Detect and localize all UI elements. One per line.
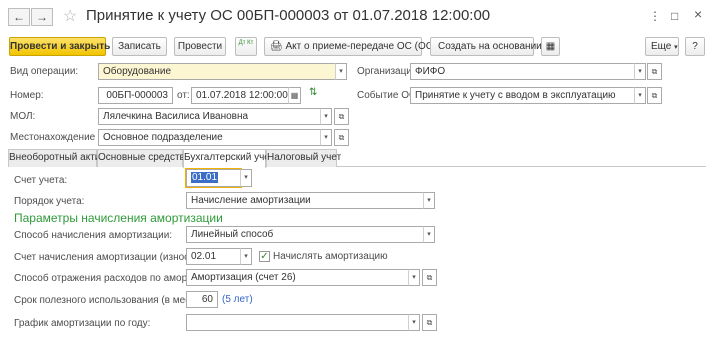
operation-input[interactable]: Оборудование bbox=[98, 63, 336, 80]
tab-accounting[interactable]: Бухгалтерский учет bbox=[183, 149, 274, 168]
location-open-icon[interactable]: ⧉ bbox=[334, 129, 349, 146]
location-input[interactable]: Основное подразделение bbox=[98, 129, 321, 146]
create-based-label: Создать на основании bbox=[438, 41, 542, 52]
procedure-input[interactable]: Начисление амортизации bbox=[186, 192, 424, 209]
expense-method-dropdown-icon[interactable]: ▾ bbox=[408, 269, 420, 286]
post-and-close-button[interactable]: Провести и закрыть bbox=[9, 37, 110, 56]
depr-account-label: Счет начисления амортизации (износа): bbox=[14, 252, 201, 263]
mol-input[interactable]: Лялечкина Василиса Ивановна bbox=[98, 108, 321, 125]
create-based-button[interactable]: Создать на основании ▾ bbox=[430, 37, 548, 56]
schedule-input[interactable] bbox=[186, 314, 409, 331]
depr-account-dropdown-icon[interactable]: ▾ bbox=[240, 248, 252, 265]
procedure-label: Порядок учета: bbox=[14, 196, 85, 207]
back-arrow-icon[interactable]: ← bbox=[8, 8, 30, 26]
dropdown-arrow-icon: ▾ bbox=[674, 44, 678, 51]
account-dropdown-icon[interactable]: ▾ bbox=[240, 169, 252, 187]
operation-label: Вид операции: bbox=[10, 66, 79, 77]
account-input[interactable]: 01.01 bbox=[185, 168, 242, 188]
favorite-star-icon[interactable]: ☆ bbox=[63, 8, 77, 26]
structure-icon[interactable]: ▦ bbox=[541, 37, 560, 56]
accrue-checkbox[interactable]: ✓ bbox=[259, 251, 270, 262]
event-input[interactable]: Принятие к учету с вводом в эксплуатацию bbox=[410, 87, 635, 104]
schedule-label: График амортизации по году: bbox=[14, 318, 151, 329]
depr-account-input[interactable]: 02.01 bbox=[186, 248, 241, 265]
mol-dropdown-icon[interactable]: ▾ bbox=[320, 108, 332, 125]
date-input[interactable]: 01.07.2018 12:00:00 bbox=[191, 87, 289, 104]
maximize-icon[interactable]: □ bbox=[671, 9, 678, 23]
tab-noncurrent-asset[interactable]: Внеоборотный актив bbox=[8, 149, 106, 167]
close-icon[interactable]: × bbox=[694, 7, 702, 21]
procedure-dropdown-icon[interactable]: ▾ bbox=[423, 192, 435, 209]
from-label: от: bbox=[177, 90, 190, 101]
history-icon[interactable]: ⇅ bbox=[309, 87, 317, 98]
calendar-icon[interactable]: ▦ bbox=[288, 87, 301, 104]
tab-fixed-assets[interactable]: Основные средства bbox=[97, 149, 190, 167]
dt-kt-icon[interactable]: Дт Кт bbox=[235, 37, 257, 56]
org-input[interactable]: ФИФО bbox=[410, 63, 635, 80]
forward-arrow-icon[interactable]: → bbox=[31, 8, 53, 26]
more-button[interactable]: Еще ▾ bbox=[645, 37, 679, 56]
accrue-label: Начислять амортизацию bbox=[273, 251, 388, 262]
printer-icon: 🖨 bbox=[270, 41, 283, 52]
useful-life-input[interactable]: 60 bbox=[186, 291, 218, 308]
account-label: Счет учета: bbox=[14, 175, 68, 186]
operation-dropdown-icon[interactable]: ▾ bbox=[335, 63, 347, 80]
expense-method-open-icon[interactable]: ⧉ bbox=[422, 269, 437, 286]
method-label: Способ начисления амортизации: bbox=[14, 230, 173, 241]
number-input[interactable]: 00БП-000003 bbox=[98, 87, 173, 104]
account-value: 01.01 bbox=[191, 172, 219, 183]
method-input[interactable]: Линейный способ bbox=[186, 226, 424, 243]
number-label: Номер: bbox=[10, 90, 44, 101]
schedule-dropdown-icon[interactable]: ▾ bbox=[408, 314, 420, 331]
useful-life-years: (5 лет) bbox=[222, 294, 253, 305]
event-dropdown-icon[interactable]: ▾ bbox=[634, 87, 646, 104]
more-menu-icon[interactable]: ⋮ bbox=[649, 9, 661, 23]
event-open-icon[interactable]: ⧉ bbox=[647, 87, 662, 104]
org-dropdown-icon[interactable]: ▾ bbox=[634, 63, 646, 80]
window-title: Принятие к учету ОС 00БП-000003 от 01.07… bbox=[86, 7, 491, 24]
expense-method-input[interactable]: Амортизация (счет 26) bbox=[186, 269, 409, 286]
mol-open-icon[interactable]: ⧉ bbox=[334, 108, 349, 125]
more-label: Еще bbox=[651, 41, 672, 52]
print-act-button[interactable]: 🖨 Акт о приеме-передаче ОС (ОС-1) bbox=[264, 37, 445, 56]
tab-tax[interactable]: Налоговый учет bbox=[266, 149, 341, 167]
method-dropdown-icon[interactable]: ▾ bbox=[423, 226, 435, 243]
mol-label: МОЛ: bbox=[10, 111, 36, 122]
print-act-label: Акт о приеме-передаче ОС (ОС-1) bbox=[285, 41, 446, 52]
post-button[interactable]: Провести bbox=[174, 37, 226, 56]
org-open-icon[interactable]: ⧉ bbox=[647, 63, 662, 80]
schedule-open-icon[interactable]: ⧉ bbox=[422, 314, 437, 331]
save-button[interactable]: Записать bbox=[112, 37, 167, 56]
depreciation-section-title: Параметры начисления амортизации bbox=[14, 211, 223, 225]
location-dropdown-icon[interactable]: ▾ bbox=[320, 129, 332, 146]
help-button[interactable]: ? bbox=[685, 37, 705, 56]
